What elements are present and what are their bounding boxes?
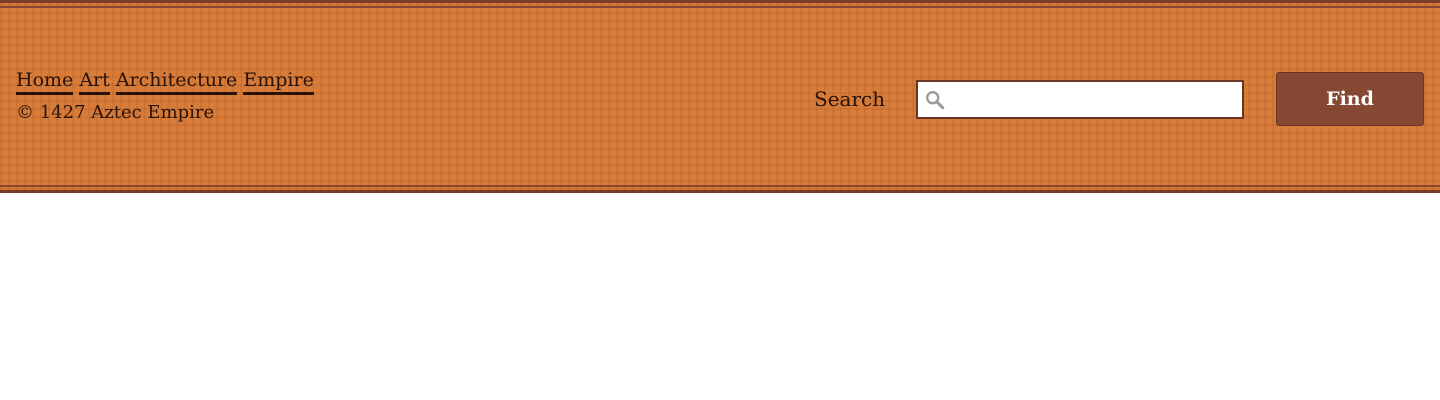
nav-link-home[interactable]: Home	[16, 69, 74, 95]
search-label: Search	[814, 87, 886, 111]
search-box[interactable]	[916, 80, 1244, 119]
nav-link-architecture[interactable]: Architecture	[115, 69, 238, 95]
main-nav: Home Art Architecture Empire	[16, 69, 314, 95]
header-border-top	[0, 6, 1440, 8]
header-border-bottom	[0, 185, 1440, 187]
copyright-text: © 1427 Aztec Empire	[16, 102, 215, 123]
search-input[interactable]	[950, 82, 1244, 119]
search-icon	[926, 91, 945, 110]
find-button[interactable]: Find	[1276, 72, 1424, 126]
nav-link-empire[interactable]: Empire	[243, 69, 314, 95]
site-header: Home Art Architecture Empire © 1427 Azte…	[0, 0, 1440, 193]
nav-link-art[interactable]: Art	[79, 69, 110, 95]
